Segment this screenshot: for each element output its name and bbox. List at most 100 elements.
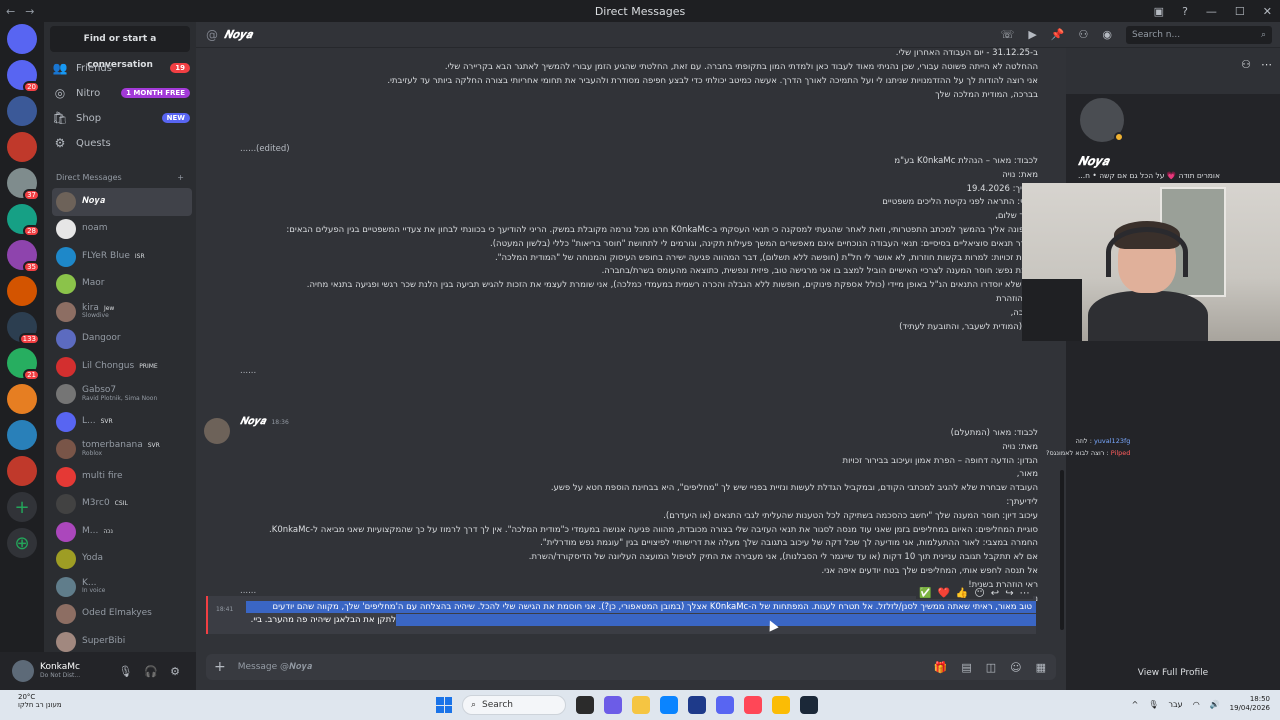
tray-chevron-icon[interactable]: ^ bbox=[1132, 700, 1139, 709]
dm-item[interactable]: tomerbanana SVR Roblox bbox=[52, 436, 192, 464]
task-view-icon[interactable] bbox=[576, 696, 594, 714]
dm-item[interactable]: kira Jew Slowdive bbox=[52, 298, 192, 326]
close-icon[interactable]: ✕ bbox=[1263, 5, 1272, 18]
server-icon[interactable]: 20 bbox=[7, 60, 40, 93]
back-arrow-icon[interactable]: ← bbox=[6, 5, 15, 18]
server-icon[interactable]: 28 bbox=[7, 204, 40, 237]
message-author[interactable]: 𝑵𝒐𝒚𝒂 bbox=[240, 416, 265, 427]
reaction-action-icon[interactable]: ↩ bbox=[991, 588, 999, 599]
more-options-icon[interactable]: ⋯ bbox=[1261, 58, 1272, 71]
clock[interactable]: 18:50 19/04/2026 bbox=[1230, 695, 1270, 713]
highlighted-message[interactable]: 18:41 טוב מאור, ראיתי שאתה ממשיך לסנן/לז… bbox=[206, 596, 1036, 634]
gift-icon[interactable]: 🎁 bbox=[934, 661, 948, 674]
user-profile-icon[interactable]: ◉ bbox=[1102, 28, 1112, 41]
chrome-icon[interactable] bbox=[772, 696, 790, 714]
sticker-icon[interactable]: ◫ bbox=[986, 661, 996, 674]
forward-arrow-icon[interactable]: → bbox=[25, 5, 34, 18]
dm-item[interactable]: M3rc0 CSIL bbox=[52, 491, 192, 519]
file-explorer-icon[interactable] bbox=[632, 696, 650, 714]
stream-chat-overlay: yuval123fg : לוזה Pilped : רוצה לבוא לאמ… bbox=[1046, 436, 1130, 459]
nav-item-nitro[interactable]: ◎ Nitro 1 MONTH FREE bbox=[52, 82, 190, 104]
add-friends-icon[interactable]: ⚇ bbox=[1079, 28, 1089, 41]
taskbar-search[interactable]: ⌕ Search bbox=[462, 695, 566, 715]
app-icon[interactable] bbox=[744, 696, 762, 714]
pin-icon[interactable]: 📌 bbox=[1051, 28, 1065, 41]
volume-icon[interactable]: 🔊 bbox=[1210, 700, 1220, 709]
view-full-profile-button[interactable]: View Full Profile bbox=[1066, 668, 1280, 678]
home-discord-icon[interactable] bbox=[7, 24, 37, 54]
dm-item[interactable]: Oded Elmakyes bbox=[52, 601, 192, 629]
dm-item[interactable]: FLYeR Blue ISR bbox=[52, 243, 192, 271]
add-friend-icon[interactable]: ⚇ bbox=[1241, 58, 1251, 71]
reaction-action-icon[interactable]: ❤️ bbox=[937, 588, 949, 599]
scrollbar[interactable] bbox=[1060, 470, 1064, 630]
search-input[interactable]: Search n... ⌕ bbox=[1126, 25, 1272, 44]
reaction-action-icon[interactable]: ⋯ bbox=[1020, 588, 1030, 599]
server-icon[interactable] bbox=[7, 420, 37, 450]
apps-icon[interactable]: ▦ bbox=[1036, 661, 1046, 674]
message-text-line: לכבוד: מאור – הנהלת K0nkaMc בע"מ bbox=[894, 156, 1038, 166]
server-icon[interactable]: 21 bbox=[7, 348, 40, 381]
nav-item-shop[interactable]: 🛍 Shop NEW bbox=[52, 107, 190, 129]
profile-avatar[interactable] bbox=[1076, 94, 1128, 146]
windows-start-icon[interactable] bbox=[436, 697, 452, 713]
dm-item[interactable]: multi fire bbox=[52, 463, 192, 491]
help-icon[interactable]: ? bbox=[1182, 5, 1188, 18]
dm-item[interactable]: L... SVR bbox=[52, 408, 192, 436]
dm-item[interactable]: Gabso7 Ravid Plotnik, Sima Noon bbox=[52, 381, 192, 409]
reaction-action-icon[interactable]: 😶 bbox=[974, 588, 984, 599]
dm-item[interactable]: noam bbox=[52, 216, 192, 244]
server-icon[interactable] bbox=[7, 456, 37, 486]
server-icon[interactable]: 37 bbox=[7, 168, 40, 201]
voice-call-icon[interactable]: ☏ bbox=[1001, 28, 1015, 41]
maximize-icon[interactable]: ☐ bbox=[1235, 5, 1245, 18]
weather-widget[interactable]: 20°C מעונן רב חלקו bbox=[18, 693, 62, 710]
server-icon[interactable]: 35 bbox=[7, 240, 40, 273]
nav-item-quests[interactable]: ⚙ Quests bbox=[52, 132, 190, 154]
dm-item[interactable]: Yoda bbox=[52, 546, 192, 574]
attach-plus-icon[interactable]: + bbox=[214, 659, 226, 675]
tray-mic-icon[interactable]: 🎙 bbox=[1148, 700, 1158, 709]
dm-item[interactable]: Dangoor bbox=[52, 326, 192, 354]
server-icon[interactable] bbox=[7, 384, 37, 414]
discord-icon[interactable] bbox=[716, 696, 734, 714]
teams-icon[interactable] bbox=[604, 696, 622, 714]
emoji-icon[interactable]: ☺ bbox=[1010, 661, 1021, 674]
server-icon[interactable] bbox=[7, 96, 37, 126]
settings-gear-icon[interactable]: ⚙ bbox=[170, 665, 180, 678]
message-avatar[interactable] bbox=[204, 418, 230, 444]
dm-item[interactable]: 𝑵𝒐𝒚𝒂 bbox=[52, 188, 192, 216]
dm-item[interactable]: M... נכה bbox=[52, 518, 192, 546]
video-call-icon[interactable]: ▶ bbox=[1028, 28, 1036, 41]
reaction-action-icon[interactable]: 👍 bbox=[956, 588, 968, 599]
dm-item[interactable]: K... In voice bbox=[52, 573, 192, 601]
headset-icon[interactable]: 🎧 bbox=[144, 665, 158, 678]
steam-icon[interactable] bbox=[800, 696, 818, 714]
highlight-timestamp: 18:41 bbox=[216, 606, 234, 613]
chat-recipient-name[interactable]: 𝑵𝒐𝒚𝒂 bbox=[224, 28, 252, 42]
discover-icon[interactable]: ⊕ bbox=[7, 528, 37, 558]
nav-item-friends[interactable]: 👥 Friends 19 bbox=[52, 57, 190, 79]
edge-icon[interactable] bbox=[660, 696, 678, 714]
dm-item[interactable]: Lil Chongus PRIME bbox=[52, 353, 192, 381]
search-placeholder: Search n... bbox=[1132, 29, 1181, 40]
avatar[interactable] bbox=[12, 660, 34, 682]
store-icon[interactable] bbox=[688, 696, 706, 714]
language-indicator[interactable]: עבר bbox=[1169, 700, 1183, 709]
wifi-icon[interactable]: ◠ bbox=[1193, 700, 1200, 709]
add-server-icon[interactable]: + bbox=[7, 492, 37, 522]
server-icon[interactable]: 133 bbox=[7, 312, 40, 345]
reaction-action-icon[interactable]: ✅ bbox=[919, 588, 931, 599]
microphone-icon[interactable]: 🎙 bbox=[118, 665, 132, 678]
gif-icon[interactable]: ▤ bbox=[961, 661, 971, 674]
minimize-icon[interactable]: — bbox=[1206, 5, 1217, 18]
server-icon[interactable] bbox=[7, 132, 37, 162]
reaction-action-icon[interactable]: ↪ bbox=[1005, 588, 1013, 599]
server-badge: 133 bbox=[18, 333, 40, 345]
find-conversation-button[interactable]: Find or start a conversation bbox=[50, 26, 190, 70]
dm-item[interactable]: Maor bbox=[52, 271, 192, 299]
message-composer[interactable]: + Message @𝑵𝒐𝒚𝒂 🎁 ▤ ◫ ☺ ▦ bbox=[206, 654, 1056, 680]
server-icon[interactable] bbox=[7, 276, 37, 306]
inbox-icon[interactable]: ▣ bbox=[1154, 5, 1164, 18]
create-dm-icon[interactable]: + bbox=[177, 173, 184, 182]
